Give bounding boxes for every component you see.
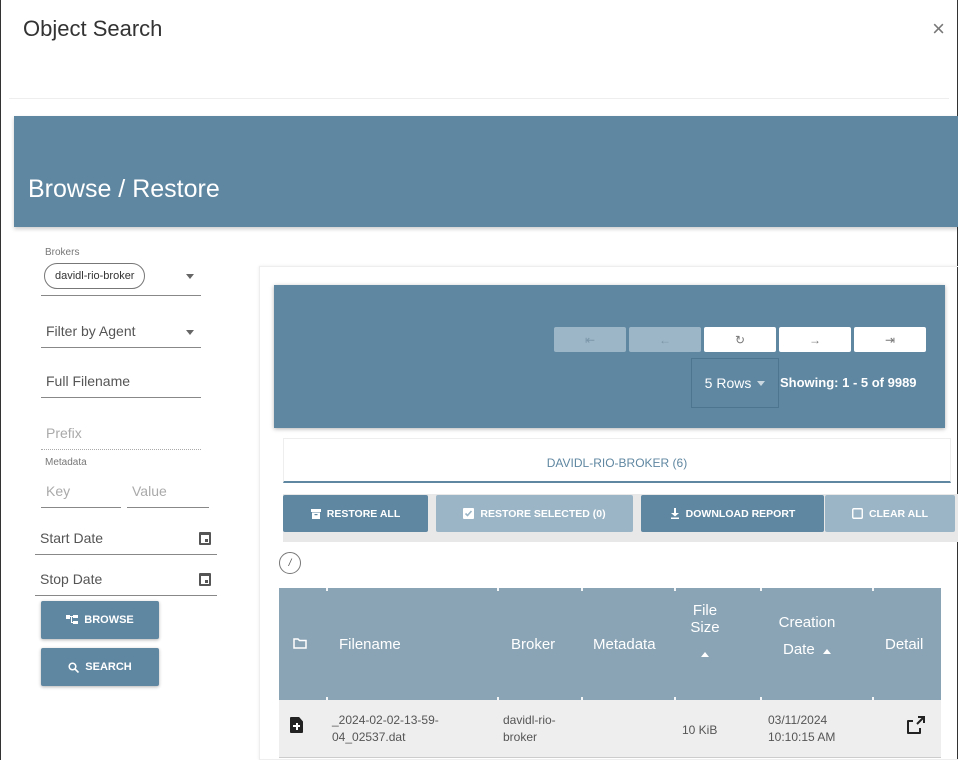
- last-page-button[interactable]: ⇥: [854, 327, 926, 352]
- chevron-down-icon: [186, 274, 194, 279]
- object-search-dialog: Object Search × Browse / Restore Brokers…: [0, 0, 958, 760]
- column-divider: [326, 588, 328, 591]
- calendar-icon[interactable]: [199, 532, 211, 545]
- cell-broker-line1: davidl-rio-: [503, 713, 556, 727]
- search-button-label: SEARCH: [85, 661, 132, 673]
- column-divider: [581, 588, 583, 591]
- rows-per-page-value: 5 Rows: [704, 375, 752, 391]
- header-divider: [9, 98, 949, 99]
- chevron-down-icon: [186, 330, 194, 335]
- full-filename-placeholder: Full Filename: [46, 373, 131, 389]
- clear-all-button[interactable]: CLEAR ALL: [825, 495, 955, 532]
- column-filename[interactable]: Filename: [339, 636, 401, 653]
- last-page-icon: ⇥: [884, 332, 896, 347]
- table-row[interactable]: _2024-02-02-13-59- 04_02537.dat davidl-r…: [279, 700, 941, 758]
- rows-per-page-select[interactable]: 5 Rows: [691, 358, 779, 408]
- column-detail: Detail: [885, 636, 924, 653]
- cell-filename: _2024-02-02-13-59- 04_02537.dat: [332, 712, 439, 746]
- sort-asc-icon: [823, 649, 832, 654]
- calendar-icon[interactable]: [199, 573, 211, 586]
- refresh-button[interactable]: ↻: [704, 327, 776, 352]
- stop-date-label: Stop Date: [40, 571, 103, 587]
- checkbox-empty-icon: [851, 508, 863, 519]
- column-divider: [497, 588, 499, 591]
- search-icon: [68, 661, 80, 673]
- filter-agent-select[interactable]: Filter by Agent: [41, 316, 201, 348]
- column-creation-date[interactable]: Creation Date: [772, 614, 842, 658]
- restore-all-button[interactable]: RESTORE ALL: [283, 495, 428, 532]
- cell-filename-line2: 04_02537.dat: [332, 730, 406, 744]
- download-report-button[interactable]: DOWNLOAD REPORT: [641, 495, 824, 532]
- stop-date-input[interactable]: Stop Date: [35, 566, 217, 596]
- sort-asc-icon: [701, 652, 709, 657]
- column-divider: [674, 588, 676, 591]
- tab-davidl-rio-broker[interactable]: DAVIDL-RIO-BROKER (6): [284, 456, 950, 470]
- column-file-size-line2: Size: [690, 619, 720, 636]
- brokers-label: Brokers: [45, 247, 80, 258]
- pagination-bar: ⇤ ← ↻ → ⇥ 5 Rows Showing: 1 - 5 of 9989: [274, 285, 945, 428]
- column-creation-line2: Date: [782, 641, 815, 658]
- next-page-button[interactable]: →: [779, 327, 851, 352]
- archive-icon: [310, 508, 321, 519]
- arrow-left-icon: ←: [659, 332, 671, 347]
- cell-file-size: 10 KiB: [682, 723, 718, 737]
- arrow-right-icon: →: [809, 332, 821, 347]
- folder-icon: [293, 638, 307, 649]
- filter-agent-placeholder: Filter by Agent: [46, 323, 136, 339]
- cell-filename-line1: _2024-02-02-13-59-: [332, 713, 439, 727]
- prefix-input[interactable]: Prefix: [41, 420, 201, 450]
- checkbox-checked-icon: [463, 508, 475, 519]
- metadata-key-input[interactable]: Key: [41, 478, 121, 508]
- close-icon[interactable]: ×: [932, 18, 945, 40]
- start-date-label: Start Date: [40, 530, 104, 546]
- prev-page-button[interactable]: ←: [629, 327, 701, 352]
- restore-all-label: RESTORE ALL: [326, 507, 401, 520]
- value-placeholder: Value: [132, 483, 167, 499]
- browse-button-label: BROWSE: [84, 614, 134, 626]
- broker-chip[interactable]: davidl-rio-broker: [44, 263, 146, 289]
- column-broker[interactable]: Broker: [511, 636, 555, 653]
- column-creation-line1: Creation: [778, 614, 836, 631]
- table-header: Filename Broker Metadata File Size Creat…: [279, 588, 941, 700]
- cell-broker: davidl-rio- broker: [503, 712, 556, 746]
- refresh-icon: ↻: [734, 332, 746, 347]
- page-title: Browse / Restore: [28, 175, 220, 203]
- showing-count: Showing: 1 - 5 of 9989: [780, 375, 917, 390]
- column-file-size[interactable]: File Size: [687, 602, 723, 661]
- start-date-input[interactable]: Start Date: [35, 525, 217, 555]
- cell-creation-date: 03/11/2024 10:10:15 AM: [768, 712, 835, 746]
- first-page-icon: ⇤: [584, 332, 596, 347]
- prefix-placeholder: Prefix: [46, 425, 82, 441]
- cell-date-line2: 10:10:15 AM: [768, 730, 836, 744]
- restore-selected-button[interactable]: RESTORE SELECTED (0): [436, 495, 633, 532]
- file-add-icon[interactable]: [290, 717, 303, 733]
- metadata-value-input[interactable]: Value: [127, 478, 209, 508]
- column-metadata[interactable]: Metadata: [593, 636, 656, 653]
- tree-icon: [66, 615, 79, 624]
- first-page-button[interactable]: ⇤: [554, 327, 626, 352]
- search-button[interactable]: SEARCH: [41, 648, 159, 686]
- action-toolbar: RESTORE ALL RESTORE SELECTED (0) DOWNLOA…: [283, 494, 958, 542]
- column-divider: [760, 588, 762, 591]
- key-placeholder: Key: [46, 483, 71, 499]
- browse-button[interactable]: BROWSE: [41, 601, 159, 639]
- column-file-size-line1: File: [692, 602, 718, 619]
- clear-all-label: CLEAR ALL: [868, 507, 929, 520]
- column-divider: [872, 588, 874, 591]
- restore-selected-label: RESTORE SELECTED (0): [480, 507, 606, 520]
- download-report-label: DOWNLOAD REPORT: [685, 507, 796, 520]
- path-root-button[interactable]: /: [279, 552, 301, 574]
- page-banner: Browse / Restore: [14, 116, 958, 227]
- cell-date-line1: 03/11/2024: [768, 713, 828, 727]
- broker-select[interactable]: davidl-rio-broker: [41, 262, 201, 296]
- metadata-label: Metadata: [45, 457, 87, 468]
- cell-broker-line2: broker: [503, 730, 538, 744]
- dialog-title: Object Search: [23, 16, 163, 41]
- broker-tabs: DAVIDL-RIO-BROKER (6): [283, 438, 951, 483]
- chevron-down-icon: [757, 380, 766, 386]
- external-link-arrow-icon: [916, 716, 925, 725]
- download-icon: [670, 508, 679, 519]
- full-filename-input[interactable]: Full Filename: [41, 368, 201, 398]
